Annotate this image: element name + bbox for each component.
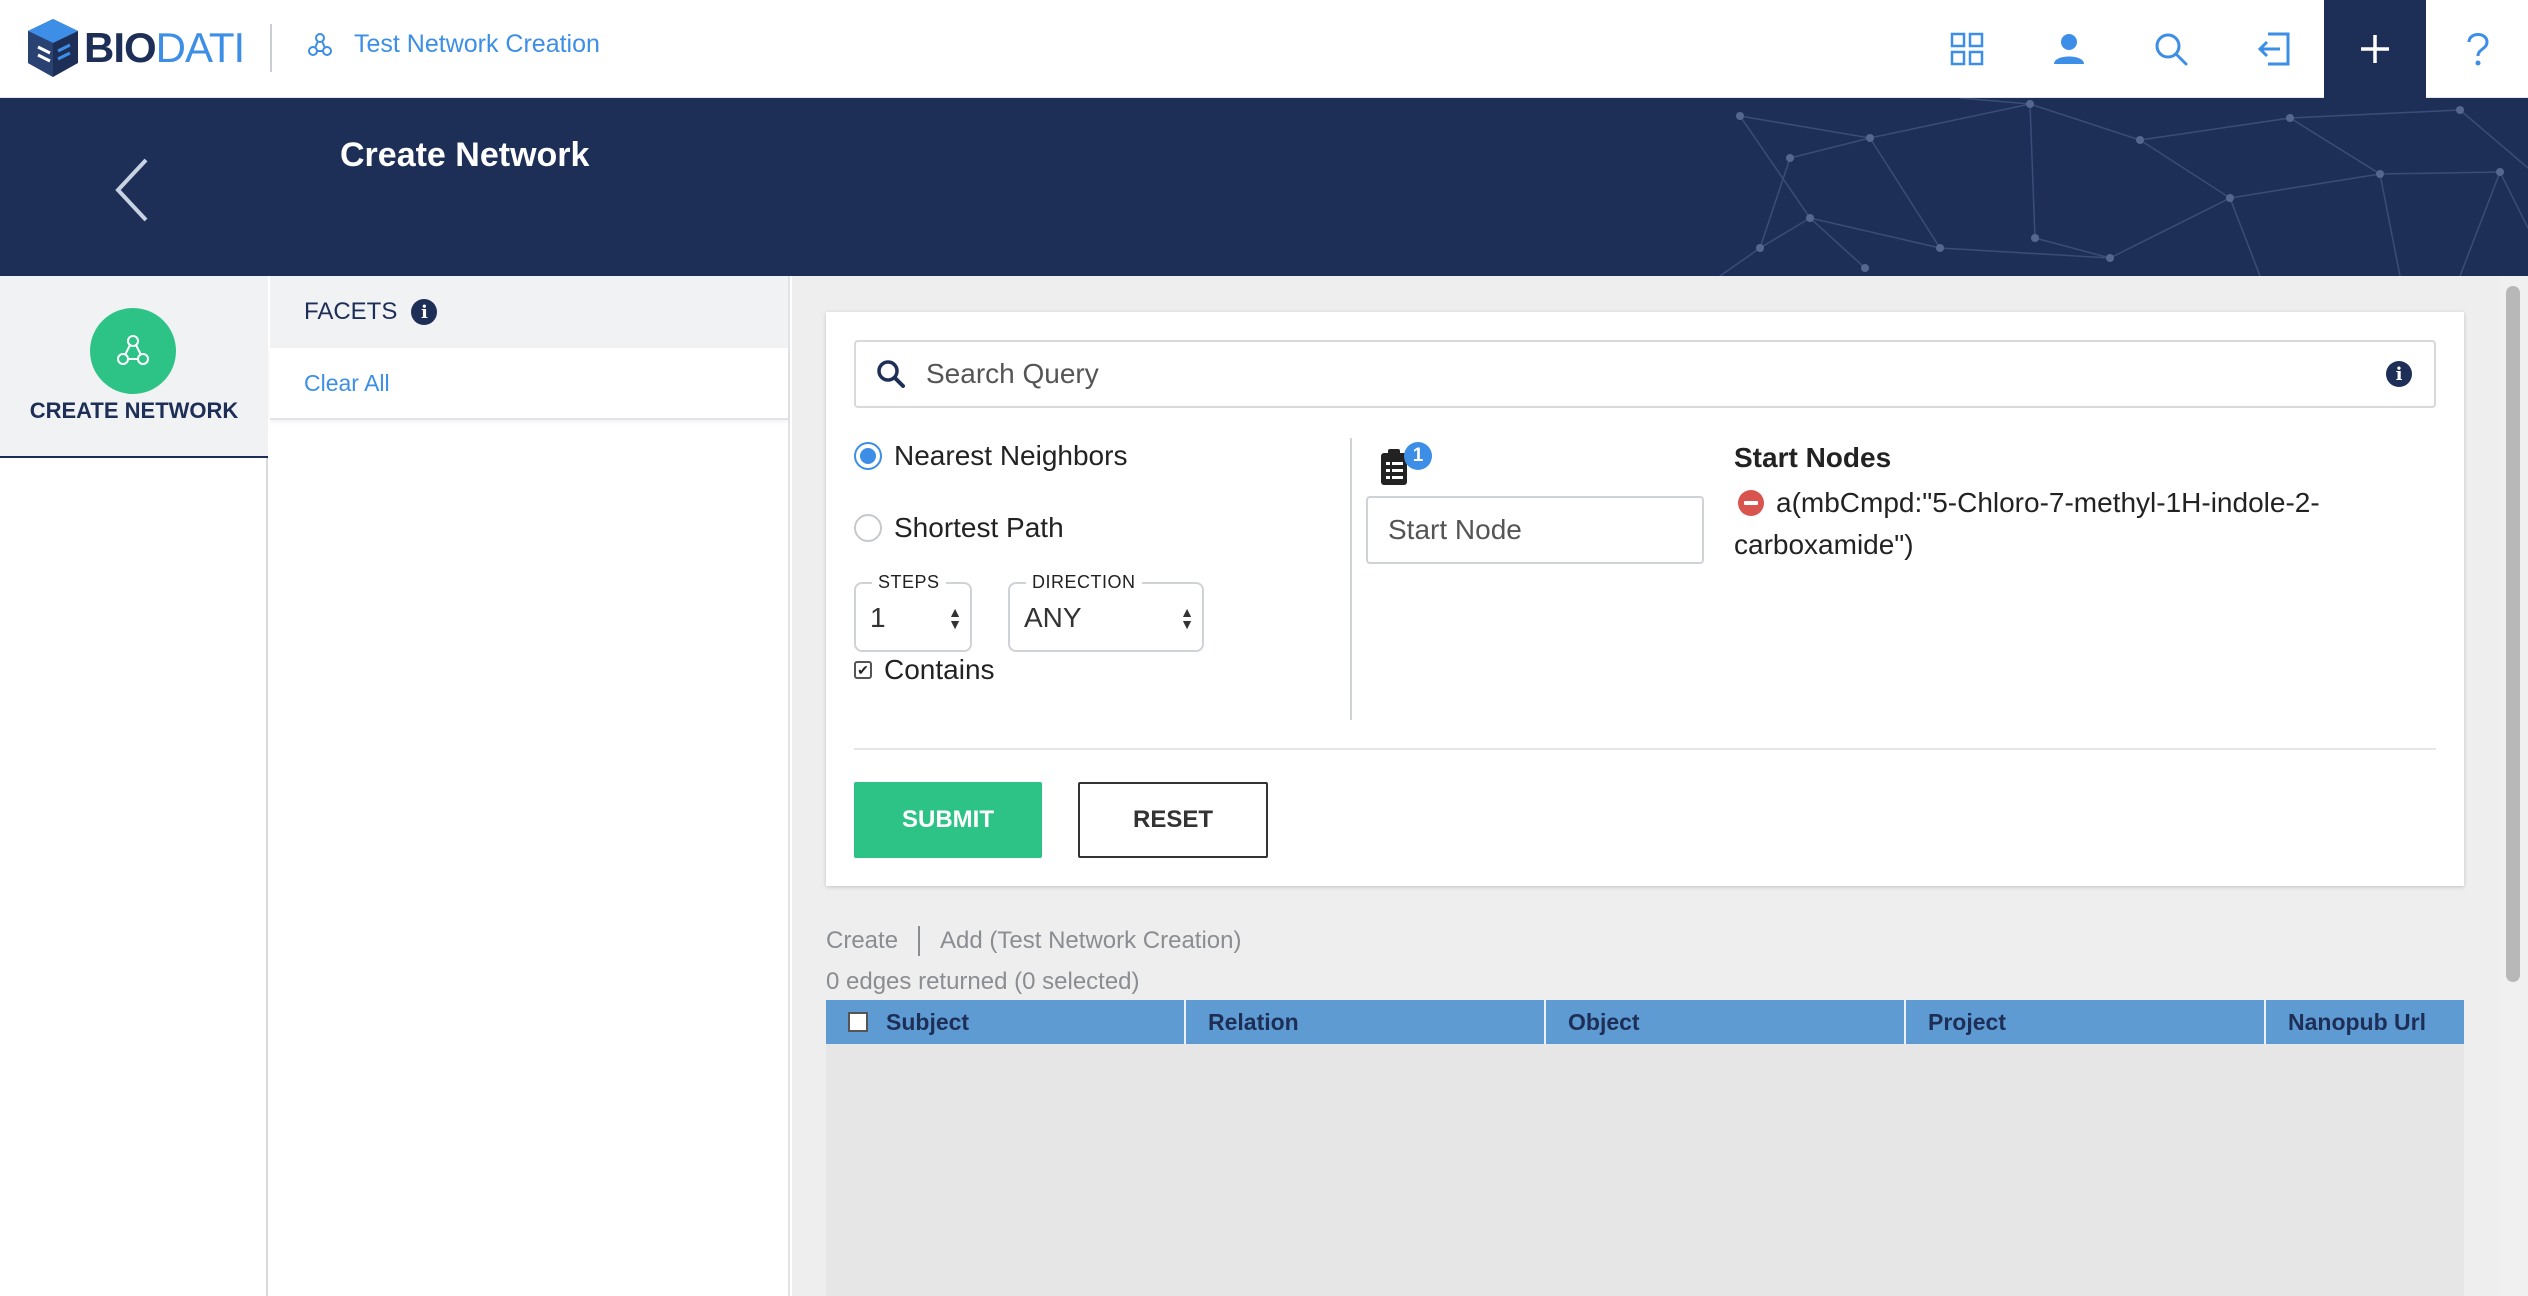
help-icon [2467, 33, 2489, 66]
clipboard-button[interactable]: 1 [1378, 442, 1432, 486]
nav-item-create-network[interactable]: CREATE NETWORK [0, 276, 268, 458]
radio-shortest-path[interactable]: Shortest Path [854, 512, 1064, 544]
exit-button[interactable] [2222, 0, 2324, 98]
column-label: Nanopub Url [2288, 1008, 2426, 1035]
radio-button-unchecked[interactable] [854, 514, 882, 542]
facets-title: FACETS [304, 298, 398, 325]
select-all-checkbox[interactable] [848, 1012, 868, 1032]
search-query-box: i [854, 340, 2436, 408]
column-label: Object [1568, 1008, 1640, 1035]
network-icon [308, 32, 332, 56]
network-decoration [1719, 98, 2528, 276]
contains-label: Contains [884, 654, 995, 685]
search-query-input[interactable] [926, 358, 2386, 390]
column-label: Project [1928, 1008, 2006, 1035]
remove-node-icon[interactable] [1738, 489, 1764, 516]
column-nanopub-url[interactable]: Nanopub Url [2266, 1000, 2464, 1044]
tab-create[interactable]: Create [826, 927, 898, 955]
start-node-input[interactable] [1388, 514, 1688, 546]
breadcrumb[interactable]: Test Network Creation [306, 30, 600, 59]
nav-item-label: CREATE NETWORK [29, 398, 239, 423]
scrollbar-thumb[interactable] [2506, 286, 2520, 982]
column-relation[interactable]: Relation [1186, 1000, 1546, 1044]
select-arrows-icon[interactable]: ▲ ▼ [1180, 605, 1194, 631]
direction-value: ANY [1024, 602, 1082, 633]
add-button[interactable] [2324, 0, 2426, 98]
steps-label: STEPS [872, 572, 946, 593]
user-icon [2054, 34, 2084, 64]
edges-count: 0 edges returned (0 selected) [826, 968, 1140, 995]
apps-button[interactable] [1916, 0, 2018, 98]
column-object[interactable]: Object [1546, 1000, 1906, 1044]
create-network-icon-circle [90, 308, 176, 394]
direction-label: DIRECTION [1026, 572, 1142, 593]
tab-separator [918, 926, 921, 956]
spinner-arrows-icon[interactable]: ▲ ▼ [948, 605, 962, 631]
top-icon-bar [1916, 0, 2528, 98]
page-title: Create Network [340, 136, 590, 174]
divider [854, 748, 2436, 750]
logo-cube-icon [28, 19, 78, 77]
results-table-header: Subject Relation Object Project Nanopub … [826, 1000, 2464, 1044]
back-arrow-icon[interactable] [108, 154, 156, 226]
info-icon[interactable]: i [411, 299, 438, 325]
help-button[interactable] [2426, 0, 2528, 98]
user-button[interactable] [2018, 0, 2120, 98]
logo-text: BIODATI [84, 24, 245, 71]
search-icon [877, 360, 905, 388]
results-tabs: Create Add (Test Network Creation) [826, 926, 1242, 956]
main-content: i Nearest Neighbors Shortest Path STEPS … [792, 276, 2500, 1296]
start-node-label: a(mbCmpd:"5-Chloro-7-methyl-1H-indole-2-… [1734, 487, 2320, 560]
search-button[interactable] [2120, 0, 2222, 98]
results-table-body [826, 1044, 2464, 1296]
column-divider [1350, 438, 1352, 720]
facets-header: FACETS i [270, 276, 788, 348]
steps-stepper[interactable]: STEPS 1 ▲ ▼ [854, 572, 972, 652]
page-banner: Create Network [0, 98, 2528, 276]
contains-checkbox-row[interactable]: ✔ Contains [854, 654, 995, 686]
left-nav: CREATE NETWORK [0, 276, 268, 1296]
radio-label: Nearest Neighbors [894, 440, 1128, 471]
top-bar: BIODATI Test Network Creation [0, 0, 2528, 98]
facets-panel: FACETS i Clear All [270, 276, 790, 1296]
contains-checkbox[interactable]: ✔ [854, 661, 872, 679]
steps-value: 1 [870, 602, 886, 633]
breadcrumb-label: Test Network Creation [354, 30, 600, 58]
divider [270, 24, 272, 72]
info-icon[interactable]: i [2386, 361, 2412, 387]
radio-button-checked[interactable] [854, 442, 882, 470]
network-icon [117, 335, 149, 365]
clipboard-count-badge: 1 [1404, 442, 1432, 470]
reset-button[interactable]: RESET [1078, 782, 1268, 858]
column-subject[interactable]: Subject [826, 1000, 1186, 1044]
column-label: Relation [1208, 1008, 1299, 1035]
tab-add[interactable]: Add (Test Network Creation) [940, 927, 1241, 955]
exit-icon [2257, 32, 2290, 66]
submit-button[interactable]: SUBMIT [854, 782, 1042, 858]
column-label: Subject [886, 1008, 970, 1035]
clear-all-link[interactable]: Clear All [270, 348, 788, 420]
radio-nearest-neighbors[interactable]: Nearest Neighbors [854, 440, 1127, 472]
column-project[interactable]: Project [1906, 1000, 2266, 1044]
start-node-item: a(mbCmpd:"5-Chloro-7-methyl-1H-indole-2-… [1734, 482, 2394, 566]
grid-icon [1950, 32, 1984, 66]
query-card: i Nearest Neighbors Shortest Path STEPS … [826, 312, 2464, 886]
search-icon [2155, 33, 2188, 66]
start-nodes-title: Start Nodes [1734, 442, 1892, 473]
start-node-field [1366, 496, 1704, 564]
plus-icon [2361, 35, 2389, 63]
radio-label: Shortest Path [894, 512, 1064, 543]
direction-select[interactable]: DIRECTION ANY ▲ ▼ [1008, 572, 1204, 652]
biodati-logo[interactable]: BIODATI [24, 16, 245, 80]
